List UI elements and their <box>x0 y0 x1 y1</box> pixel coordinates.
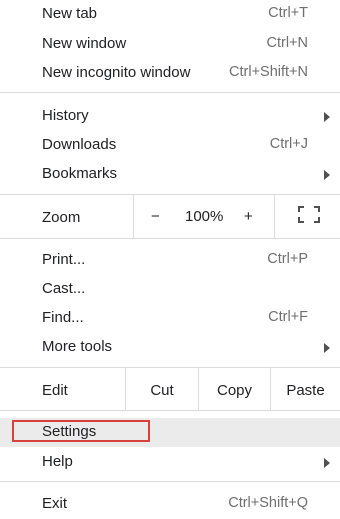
zoom-out-button[interactable]: − <box>151 208 160 225</box>
menu-item-label: Help <box>42 453 73 470</box>
menu-item-label: History <box>42 107 89 124</box>
zoom-divider <box>274 195 275 238</box>
menu-item-find[interactable]: Find... Ctrl+F <box>0 304 340 333</box>
menu-item-new-window[interactable]: New window Ctrl+N <box>0 30 340 59</box>
menu-item-shortcut: Ctrl+Shift+Q <box>228 495 308 511</box>
menu-item-label: New window <box>42 35 127 52</box>
menu-item-label: New tab <box>42 5 98 22</box>
menu-item-shortcut: Ctrl+P <box>267 251 308 267</box>
menu-item-help[interactable]: Help <box>0 448 340 477</box>
menu-item-label: Bookmarks <box>42 165 118 182</box>
menu-item-label: Find... <box>42 309 84 326</box>
submenu-arrow-icon <box>324 112 330 122</box>
menu-item-downloads[interactable]: Downloads Ctrl+J <box>0 131 340 160</box>
paste-button[interactable]: Paste <box>271 382 340 399</box>
zoom-divider <box>133 195 134 238</box>
zoom-label: Zoom <box>42 209 81 226</box>
menu-item-shortcut: Ctrl+N <box>266 35 309 51</box>
edit-label: Edit <box>42 382 68 399</box>
submenu-arrow-icon <box>324 170 330 180</box>
menu-separator <box>0 410 340 411</box>
fullscreen-icon[interactable] <box>298 206 320 223</box>
settings-annotation-box <box>12 420 150 442</box>
menu-item-bookmarks[interactable]: Bookmarks <box>0 160 340 189</box>
menu-item-shortcut: Ctrl+J <box>269 136 308 152</box>
menu-item-label: Print... <box>42 251 86 268</box>
menu-separator <box>0 481 340 482</box>
menu-separator <box>0 367 340 368</box>
submenu-arrow-icon <box>324 458 330 468</box>
menu-item-label: Downloads <box>42 136 117 153</box>
menu-item-zoom: Zoom <box>0 204 340 233</box>
menu-item-new-incognito-window[interactable]: New incognito window Ctrl+Shift+N <box>0 59 340 88</box>
menu-separator <box>0 92 340 93</box>
menu-item-more-tools[interactable]: More tools <box>0 333 340 362</box>
zoom-level: 100% <box>185 208 224 225</box>
menu-item-exit[interactable]: Exit Ctrl+Shift+Q <box>0 490 340 519</box>
zoom-in-button[interactable]: + <box>244 208 253 225</box>
menu-item-shortcut: Ctrl+F <box>268 309 308 325</box>
menu-item-print[interactable]: Print... Ctrl+P <box>0 246 340 275</box>
browser-menu: New tab Ctrl+T New window Ctrl+N New inc… <box>0 0 340 519</box>
menu-item-shortcut: Ctrl+T <box>268 5 308 21</box>
menu-separator <box>0 238 340 239</box>
cut-button[interactable]: Cut <box>126 382 198 399</box>
menu-item-cast[interactable]: Cast... <box>0 275 340 304</box>
menu-item-label: Cast... <box>42 280 86 297</box>
copy-button[interactable]: Copy <box>199 382 270 399</box>
menu-item-shortcut: Ctrl+Shift+N <box>229 64 308 80</box>
menu-item-label: Exit <box>42 495 68 512</box>
menu-separator <box>0 194 340 195</box>
menu-item-new-tab[interactable]: New tab Ctrl+T <box>0 0 340 29</box>
menu-item-label: New incognito window <box>42 64 191 81</box>
menu-item-label: More tools <box>42 338 113 355</box>
menu-item-history[interactable]: History <box>0 102 340 131</box>
submenu-arrow-icon <box>324 343 330 353</box>
